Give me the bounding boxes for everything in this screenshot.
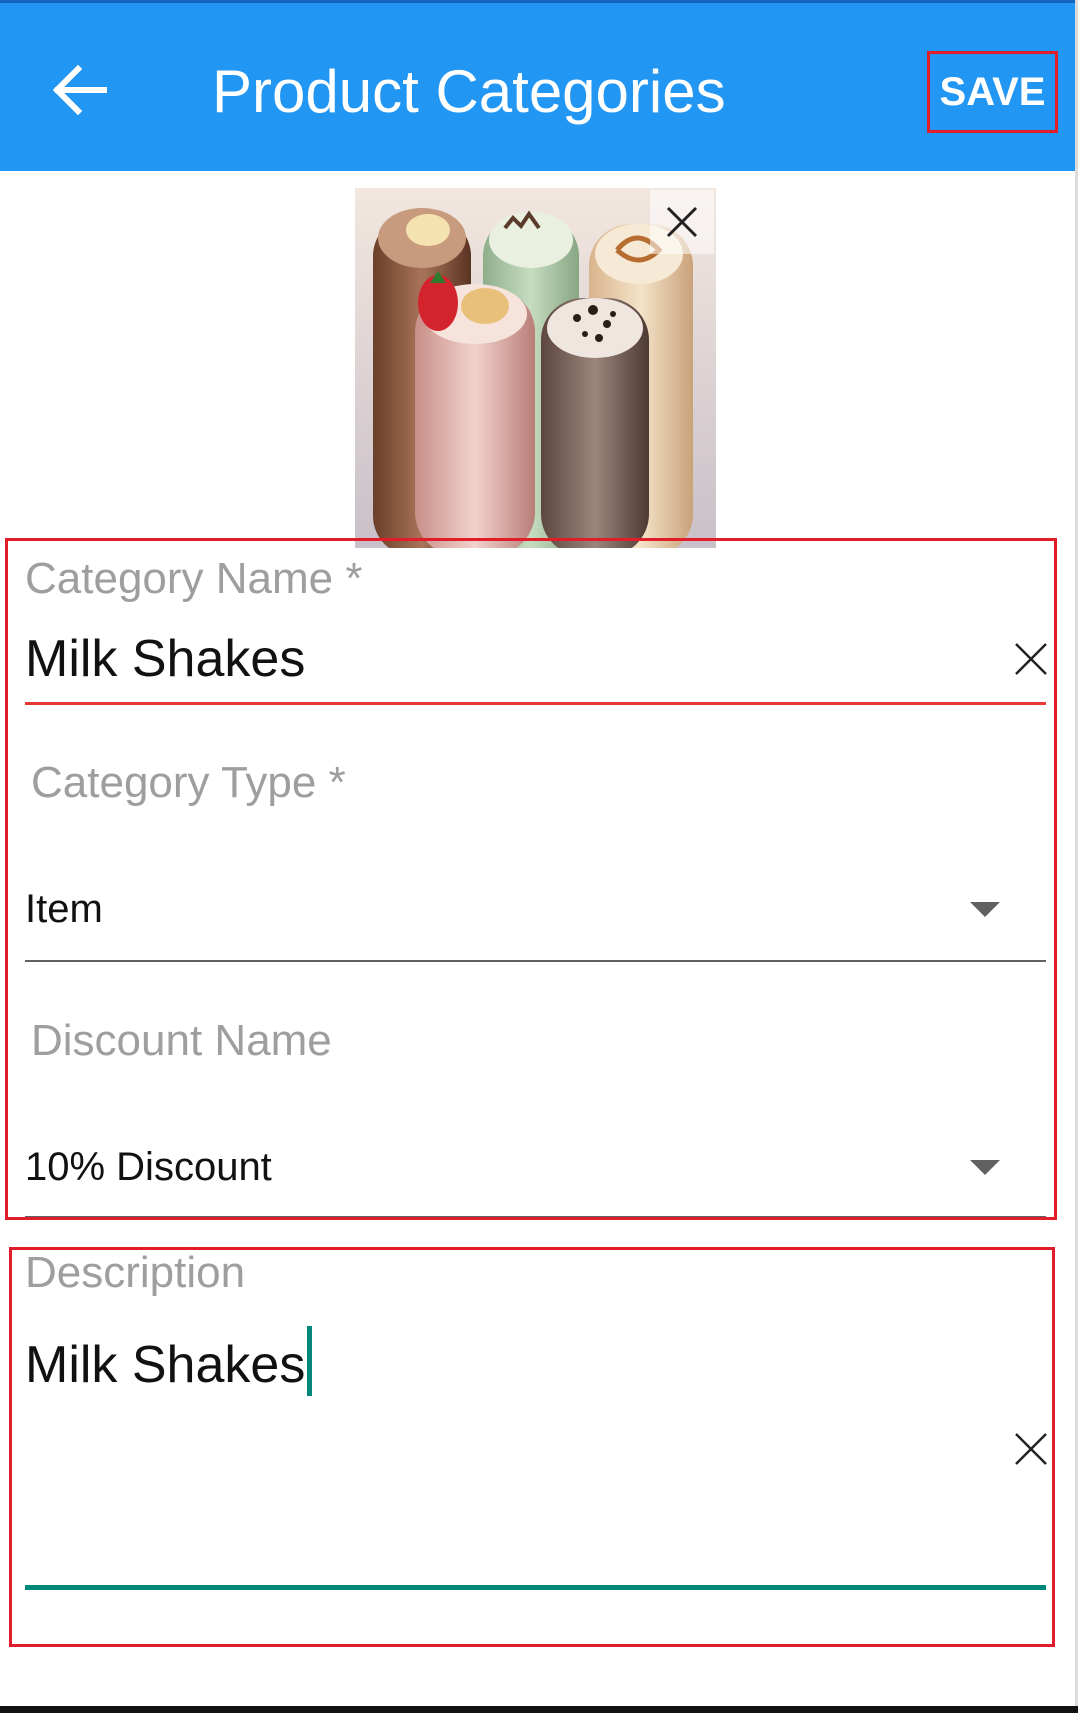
discount-name-label: Discount Name	[31, 1016, 332, 1065]
page-title: Product Categories	[212, 58, 726, 125]
discount-name-value: 10% Discount	[25, 1145, 272, 1189]
discount-name-underline	[25, 1216, 1046, 1218]
app-bar: Product Categories SAVE	[0, 0, 1078, 171]
text-cursor	[307, 1326, 313, 1396]
bottom-edge	[0, 1706, 1078, 1713]
description-textarea[interactable]: Milk Shakes	[25, 1316, 1046, 1586]
close-icon	[1015, 643, 1047, 675]
save-button[interactable]: SAVE	[927, 51, 1058, 133]
description-text-line: Milk Shakes	[25, 1326, 313, 1396]
category-type-underline	[25, 960, 1046, 962]
description-value: Milk Shakes	[25, 1336, 306, 1394]
category-type-label: Category Type *	[31, 758, 346, 807]
chevron-down-icon[interactable]	[970, 1160, 1000, 1175]
category-name-label: Category Name *	[25, 554, 363, 603]
remove-image-button[interactable]	[650, 190, 714, 254]
discount-name-select[interactable]: 10% Discount	[25, 1126, 1046, 1216]
description-label: Description	[25, 1248, 246, 1297]
back-button[interactable]	[48, 55, 118, 125]
category-name-input[interactable]: Milk Shakes	[25, 620, 1046, 700]
category-type-value: Item	[25, 887, 103, 931]
description-underline	[25, 1585, 1046, 1590]
description-clear-button[interactable]	[1012, 1430, 1050, 1468]
category-type-select[interactable]: Item	[25, 870, 1046, 960]
category-name-value: Milk Shakes	[25, 630, 306, 688]
close-icon	[666, 206, 698, 238]
arrow-left-icon	[52, 64, 107, 116]
category-name-underline	[25, 702, 1046, 705]
category-name-clear-button[interactable]	[1012, 640, 1050, 678]
close-icon	[1015, 1433, 1047, 1465]
chevron-down-icon[interactable]	[970, 902, 1000, 917]
